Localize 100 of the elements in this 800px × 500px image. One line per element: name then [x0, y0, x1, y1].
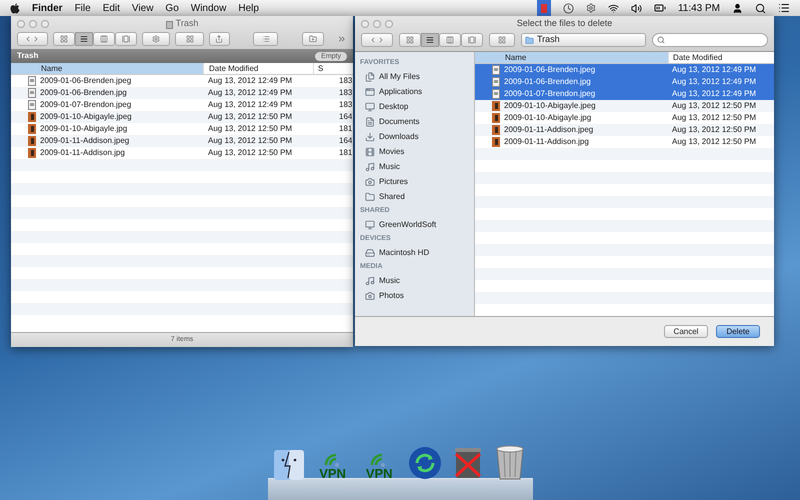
columns-icon [446, 36, 454, 44]
arrange-menu-button[interactable] [175, 32, 204, 46]
sidebar-item[interactable]: Movies [355, 144, 474, 159]
sidebar-item[interactable]: Pictures [355, 174, 474, 189]
date-cell-text: Aug 13, 2012 12:49 PM [207, 99, 294, 111]
sort-menu-button[interactable] [253, 32, 278, 46]
status-app-icon[interactable] [536, 0, 551, 16]
size-cell-text: 181 [338, 147, 352, 159]
file-row[interactable]: 2009-01-10-Abigayle.jpeg Aug 13, 2012 12:50 PM [475, 100, 774, 112]
trash-can-icon[interactable] [494, 444, 525, 480]
date-cell-text: Aug 13, 2012 12:50 PM [671, 100, 756, 112]
file-row[interactable]: 2009-01-06-Brenden.jpeg Aug 13, 2012 12:49 PM [475, 64, 774, 76]
clock-icon[interactable] [562, 2, 574, 14]
date-cell-text: Aug 13, 2012 12:50 PM [207, 111, 294, 123]
menu-clock[interactable]: 11:43 PM [678, 0, 720, 16]
arrange-menu-button[interactable] [489, 33, 515, 47]
sidebar-item[interactable]: Shared [355, 189, 474, 204]
file-row[interactable]: 2009-01-11-Addison.jpeg Aug 13, 2012 12:50 PM [475, 124, 774, 136]
date-cell-text: Aug 13, 2012 12:49 PM [671, 64, 756, 76]
column-header[interactable]: Date Modified [668, 52, 774, 63]
icon-view-button[interactable] [399, 33, 421, 47]
size-cell-text: 183 [338, 87, 352, 99]
size-cell-text: 183 [338, 75, 352, 87]
dialog-title: Select the files to delete [516, 17, 612, 30]
sidebar-item[interactable]: All My Files [355, 69, 474, 84]
user-icon[interactable] [732, 2, 743, 14]
computer-icon [365, 220, 375, 230]
file-name: 2009-01-10-Abigayle.jpg [504, 112, 592, 124]
date-cell-text: Aug 13, 2012 12:49 PM [671, 88, 756, 100]
chevron-left-icon [369, 36, 377, 44]
date-cell-text: Aug 13, 2012 12:50 PM [207, 147, 294, 159]
column-header[interactable]: Name [11, 63, 203, 74]
folder-icon [365, 192, 375, 202]
menu-item[interactable]: Window [190, 0, 226, 16]
file-name: 2009-01-11-Addison.jpg [504, 136, 589, 148]
volume-icon[interactable] [630, 2, 642, 14]
chevron-right-icon [377, 36, 385, 44]
files-icon [365, 72, 375, 82]
search-icon[interactable] [755, 2, 766, 14]
sidebar-item[interactable]: Documents [355, 114, 474, 129]
location-popup[interactable]: Trash [521, 33, 646, 47]
grid-icon [406, 36, 414, 44]
sidebar-item[interactable]: Macintosh HD [355, 245, 474, 260]
grid-icon [498, 36, 506, 44]
column-header[interactable]: S [313, 63, 353, 74]
file-row[interactable]: 2009-01-06-Brenden.jpg Aug 13, 2012 12:49 PM [475, 76, 774, 88]
sync-icon[interactable] [408, 446, 442, 480]
file-name: 2009-01-07-Brendon.jpeg [40, 99, 132, 111]
cover-flow-button[interactable] [114, 32, 137, 46]
cover-flow-icon [122, 35, 130, 43]
date-cell-text: Aug 13, 2012 12:49 PM [671, 76, 756, 88]
list-view-button[interactable] [421, 33, 439, 47]
finder-face-icon[interactable] [274, 450, 304, 480]
date-cell-text: Aug 13, 2012 12:50 PM [207, 135, 294, 147]
dialog-button[interactable]: Cancel [664, 325, 708, 338]
file-name: 2009-01-06-Brenden.jpg [504, 76, 591, 88]
share-button[interactable] [208, 32, 230, 46]
documents-icon [365, 116, 375, 126]
search-field[interactable] [652, 33, 768, 47]
date-cell-text: Aug 13, 2012 12:50 PM [207, 123, 294, 135]
pictures-icon [365, 176, 375, 186]
sidebar-item[interactable]: Music [355, 273, 474, 288]
sidebar-item[interactable]: Desktop [355, 99, 474, 114]
list-view-button[interactable] [74, 32, 93, 46]
menu-item[interactable]: View [132, 0, 154, 16]
date-cell-text: Aug 13, 2012 12:50 PM [671, 136, 756, 148]
back-forward-button[interactable] [361, 33, 393, 47]
date-cell-text: Aug 13, 2012 12:49 PM [207, 75, 294, 87]
apple-logo-icon[interactable] [10, 2, 20, 14]
wifi-icon[interactable] [608, 2, 619, 14]
sidebar-item[interactable]: Applications [355, 84, 474, 99]
cover-flow-button[interactable] [461, 33, 483, 47]
default-button[interactable]: Delete [716, 325, 760, 338]
menu-item[interactable]: File [74, 0, 91, 16]
icon-view-button[interactable] [52, 32, 75, 46]
menu-item[interactable]: Go [165, 0, 179, 16]
app-menu[interactable]: Finder [32, 0, 63, 16]
share-icon [215, 35, 224, 43]
more-icon[interactable] [337, 34, 347, 44]
document-icon [492, 89, 500, 99]
column-header[interactable]: Name [475, 52, 668, 63]
sidebar-item[interactable]: Photos [355, 288, 474, 303]
date-cell-text: Aug 13, 2012 12:49 PM [207, 87, 294, 99]
list-icon [262, 35, 270, 43]
grid-icon [186, 35, 194, 43]
menu-item[interactable]: Edit [102, 0, 120, 16]
menu-item[interactable]: Help [238, 0, 259, 16]
size-cell-text: 164 [338, 135, 352, 147]
sidebar-item[interactable]: Music [355, 159, 474, 174]
grid-icon [60, 35, 68, 43]
battery-icon[interactable] [654, 2, 666, 14]
sidebar-item[interactable]: GreenWorldSoft [355, 217, 474, 232]
action-menu-button[interactable] [142, 32, 170, 46]
list-icon [80, 35, 88, 43]
search-icon [657, 36, 665, 44]
back-forward-button[interactable] [17, 32, 48, 46]
window-title: Trash [176, 17, 198, 30]
new-folder-button[interactable] [302, 32, 324, 46]
sidebar-item[interactable]: Downloads [355, 129, 474, 144]
file-row[interactable]: 2009-01-07-Brendon.jpeg Aug 13, 2012 12:49 PM [475, 88, 774, 100]
